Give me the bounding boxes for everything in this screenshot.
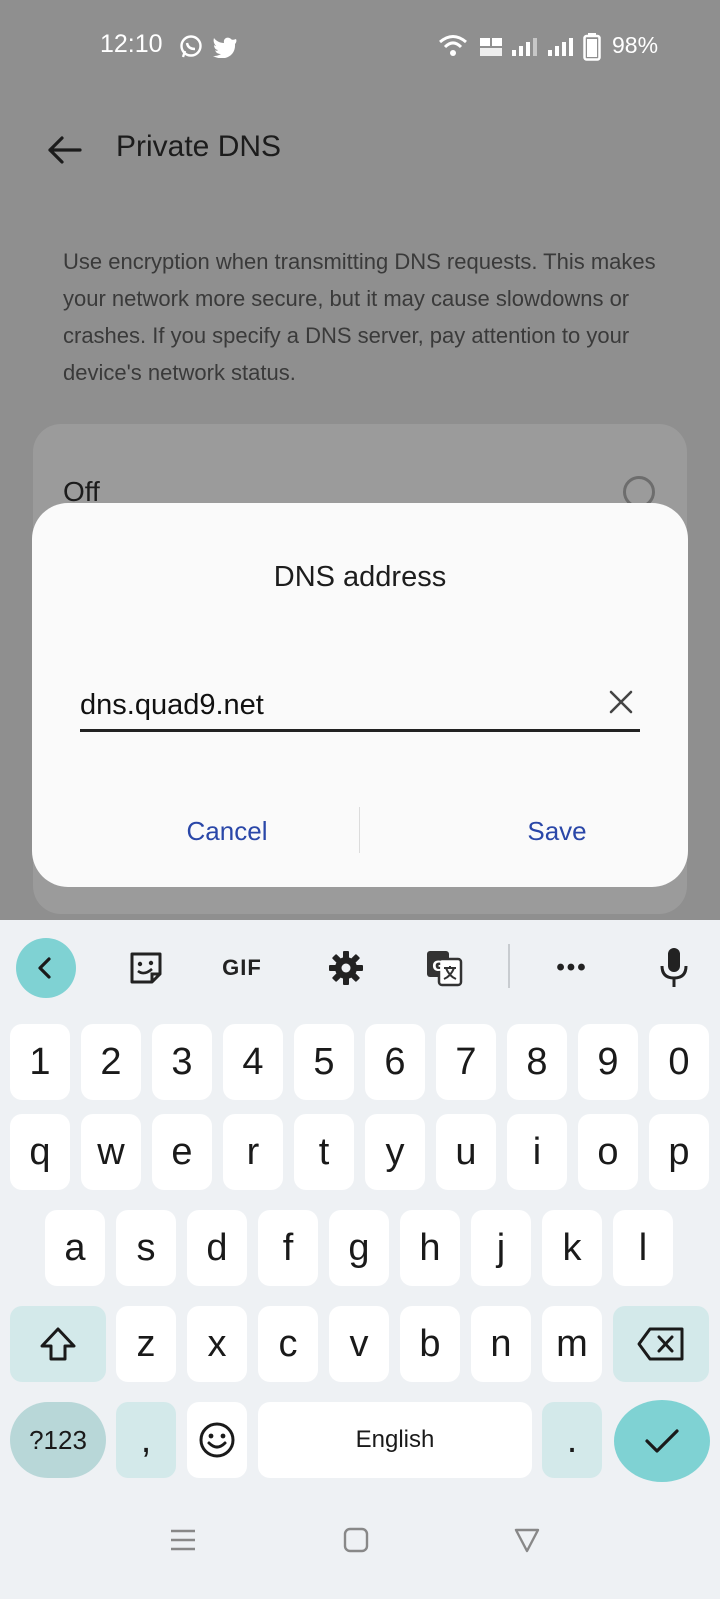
input-underline [80, 729, 640, 732]
done-key[interactable] [614, 1400, 710, 1482]
key-f[interactable]: f [258, 1210, 318, 1286]
key-v[interactable]: v [329, 1306, 389, 1382]
toolbar-separator [508, 944, 510, 988]
key-b[interactable]: b [400, 1306, 460, 1382]
sticker-icon [130, 952, 162, 984]
screen: 12:10 98% Private DNS Use encryption whe… [0, 0, 720, 1599]
key-6[interactable]: 6 [365, 1024, 425, 1100]
back-arrow-icon[interactable] [44, 130, 84, 170]
period-key[interactable]: . [542, 1402, 602, 1478]
back-triangle-icon[interactable] [512, 1525, 542, 1555]
key-x[interactable]: x [187, 1306, 247, 1382]
description-text: Use encryption when transmitting DNS req… [63, 249, 656, 385]
navigation-bar [0, 1495, 720, 1599]
twitter-icon [213, 37, 237, 58]
key-2[interactable]: 2 [81, 1024, 141, 1100]
microphone-icon [660, 948, 688, 987]
battery-percent: 98% [612, 32, 659, 58]
dns-address-input[interactable] [80, 683, 590, 727]
key-a[interactable]: a [45, 1210, 105, 1286]
key-j[interactable]: j [471, 1210, 531, 1286]
key-e[interactable]: e [152, 1114, 212, 1190]
gear-icon [329, 951, 363, 985]
key-4[interactable]: 4 [223, 1024, 283, 1100]
keyboard-collapse-button[interactable] [16, 938, 76, 998]
dns-address-dialog: DNS address Cancel Save [32, 503, 688, 887]
checkmark-icon [645, 1429, 679, 1453]
sticker-button[interactable] [118, 940, 174, 996]
shift-icon [40, 1327, 76, 1361]
key-7[interactable]: 7 [436, 1024, 496, 1100]
settings-button[interactable] [318, 940, 374, 996]
key-k[interactable]: k [542, 1210, 602, 1286]
key-p[interactable]: p [649, 1114, 709, 1190]
key-y[interactable]: y [365, 1114, 425, 1190]
gif-button[interactable]: GIF [214, 940, 270, 996]
translate-button[interactable]: G [416, 940, 472, 996]
home-icon[interactable] [342, 1525, 370, 1555]
key-l[interactable]: l [613, 1210, 673, 1286]
clear-icon[interactable] [605, 686, 637, 718]
wifi-icon [439, 35, 467, 56]
status-bar: 12:10 98% [0, 0, 720, 96]
space-key[interactable]: English [258, 1402, 532, 1478]
button-divider [359, 807, 360, 853]
save-button[interactable]: Save [432, 803, 682, 859]
key-3[interactable]: 3 [152, 1024, 212, 1100]
voice-input-button[interactable] [646, 940, 702, 996]
app-bar: Private DNS [0, 96, 720, 206]
key-9[interactable]: 9 [578, 1024, 638, 1100]
key-1[interactable]: 1 [10, 1024, 70, 1100]
more-icon: ••• [556, 954, 588, 981]
key-c[interactable]: c [258, 1306, 318, 1382]
key-g[interactable]: g [329, 1210, 389, 1286]
key-s[interactable]: s [116, 1210, 176, 1286]
page-title: Private DNS [116, 130, 282, 163]
symbols-key[interactable]: ?123 [10, 1402, 106, 1478]
key-r[interactable]: r [223, 1114, 283, 1190]
comma-key[interactable]: , [116, 1402, 176, 1478]
whatsapp-icon [180, 35, 202, 58]
emoji-icon [199, 1422, 235, 1458]
battery-icon [583, 33, 601, 61]
key-z[interactable]: z [116, 1306, 176, 1382]
key-m[interactable]: m [542, 1306, 602, 1382]
key-t[interactable]: t [294, 1114, 354, 1190]
cancel-button[interactable]: Cancel [102, 803, 352, 859]
keyboard: GIF G ••• 1 2 3 4 5 6 7 8 9 0 q w e r t … [0, 920, 720, 1495]
key-o[interactable]: o [578, 1114, 638, 1190]
key-5[interactable]: 5 [294, 1024, 354, 1100]
status-time: 12:10 [100, 30, 163, 58]
key-0[interactable]: 0 [649, 1024, 709, 1100]
svg-text:G: G [432, 959, 444, 975]
backspace-icon [637, 1327, 684, 1361]
chevron-left-icon [38, 957, 51, 979]
key-8[interactable]: 8 [507, 1024, 567, 1100]
signal-icon [512, 38, 537, 56]
more-button[interactable]: ••• [544, 940, 600, 996]
key-h[interactable]: h [400, 1210, 460, 1286]
key-i[interactable]: i [507, 1114, 567, 1190]
shift-key[interactable] [10, 1306, 106, 1382]
emoji-key[interactable] [187, 1402, 247, 1478]
key-u[interactable]: u [436, 1114, 496, 1190]
key-n[interactable]: n [471, 1306, 531, 1382]
backspace-key[interactable] [613, 1306, 709, 1382]
key-w[interactable]: w [81, 1114, 141, 1190]
key-q[interactable]: q [10, 1114, 70, 1190]
gif-label: GIF [222, 955, 262, 980]
keyboard-toolbar: GIF G ••• [0, 920, 720, 1010]
menu-icon[interactable] [168, 1525, 198, 1555]
dialog-title: DNS address [273, 561, 447, 593]
translate-icon: G [427, 951, 463, 987]
key-d[interactable]: d [187, 1210, 247, 1286]
signal-icon [548, 38, 573, 56]
volte-icon [480, 38, 502, 56]
